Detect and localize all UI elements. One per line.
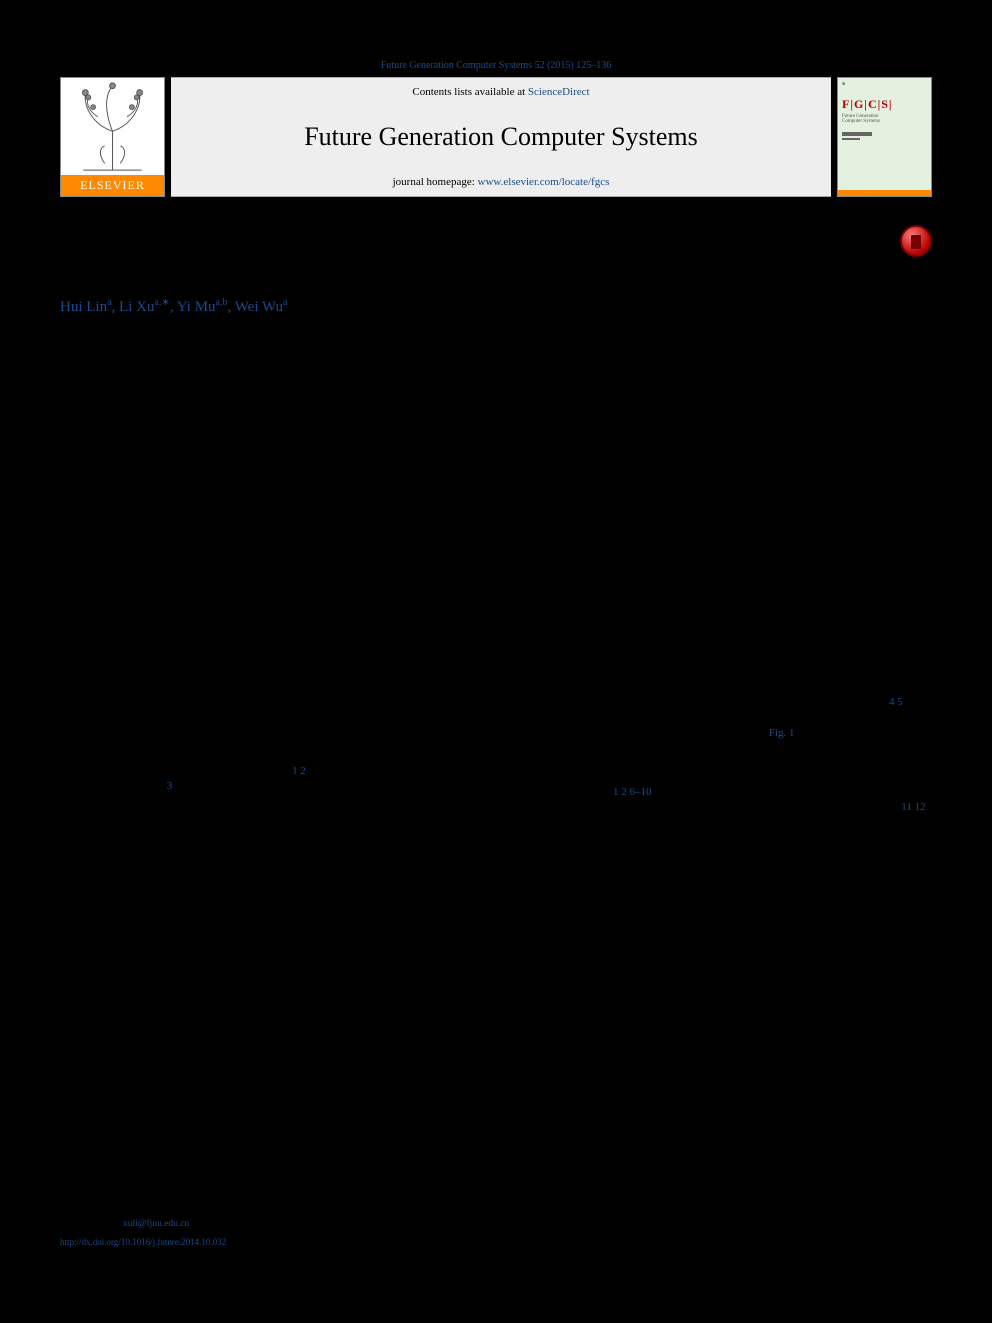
article-title: A secure and efficient aggregation schem… [60,221,888,279]
contents-lists-prefix: Contents lists available at [412,86,527,98]
article-info: A R T I C L E I N F O Article history: R… [60,467,270,663]
doi-link[interactable]: http://dx.doi.org/10.1016/j.future.2014.… [60,1237,226,1247]
body-paragraph: Wireless sensor networks (WSNs) are now … [60,704,484,852]
highlight-item: A novel secure and efficient data aggreg… [78,391,932,407]
copyright: © 2014 Elsevier B.V. All rights reserved… [300,610,932,624]
email-link[interactable]: xuli@fjnu.edu.cn [123,1219,189,1229]
highlight-item: It applies a homomorphic message authent… [78,438,932,454]
authors: Hui Lina, Li Xua,∗, Yi Mua,b, Wei Wua [60,297,932,316]
elsevier-tree-icon [61,78,164,175]
section-heading: 1. Introduction [60,680,484,696]
highlight-item: It applies the stateful public key encry… [78,423,932,439]
email: E-mail address: xuli@fjnu.edu.cn (L. Xu)… [60,1218,480,1230]
body-text: 1. Introduction Wireless sensor networks… [60,680,932,853]
journal-header: ELSEVIER Contents lists available at Sci… [60,77,932,197]
abstract-heading: A B S T R A C T [300,467,932,481]
highlights-list: A novel secure and efficient data aggreg… [78,391,932,454]
ref-link[interactable]: 6–10 [629,786,651,798]
breadcrumb[interactable]: Future Generation Computer Systems 52 (2… [60,60,932,71]
corresponding-author: ∗ Corresponding author. [60,1206,480,1218]
affiliations: a Fujian Provincial Key Laboratory of Ne… [60,320,932,351]
author-link[interactable]: Yi Mua,b [177,299,228,315]
keywords: Keywords: Wireless sensor networks Data … [60,592,270,663]
ref-link[interactable]: 12 [915,801,926,813]
fgcs-logo: F|G|C|S| [842,97,927,112]
abstract: A B S T R A C T Wireless sensor networks… [300,467,932,663]
footnotes: ∗ Corresponding author. E-mail address: … [60,1201,480,1260]
body-paragraph: In recent years, the research of WSNs ha… [508,711,932,830]
journal-cover[interactable]: ■ F|G|C|S| Future GenerationComputer Sys… [837,77,932,197]
journal-title: Future Generation Computer Systems [171,122,831,152]
highlight-item: It provides end-to-end security in wirel… [78,407,932,423]
abstract-text: Wireless sensor networks are now in wide… [300,490,932,603]
author-link[interactable]: Wei Wua [235,299,288,315]
journal-banner: Contents lists available at ScienceDirec… [171,77,831,197]
homepage-prefix: journal homepage: [393,176,478,188]
elsevier-label: ELSEVIER [61,175,164,196]
author-link[interactable]: Li Xua,∗ [119,299,170,315]
article-history: Article history: Received 6 April 2014 R… [60,490,270,580]
figure-ref[interactable]: Fig. 1 [769,727,795,739]
homepage-link[interactable]: www.elsevier.com/locate/fgcs [478,176,610,188]
article-info-heading: A R T I C L E I N F O [60,467,270,481]
elsevier-logo[interactable]: ELSEVIER [60,77,165,197]
sciencedirect-link[interactable]: ScienceDirect [528,86,590,98]
crossmark-icon[interactable] [900,225,932,257]
highlights-heading: H I G H L I G H T S [60,367,932,378]
journal-homepage: journal homepage: www.elsevier.com/locat… [171,176,831,188]
footer-rights: 0167-739X/© 2014 Elsevier B.V. All right… [60,1248,480,1260]
contents-lists: Contents lists available at ScienceDirec… [171,86,831,98]
body-paragraph: secure and privacy-preserving fashion. T… [508,680,932,710]
author-link[interactable]: Hui Lina [60,299,112,315]
ref-link[interactable]: 11 [901,801,912,813]
